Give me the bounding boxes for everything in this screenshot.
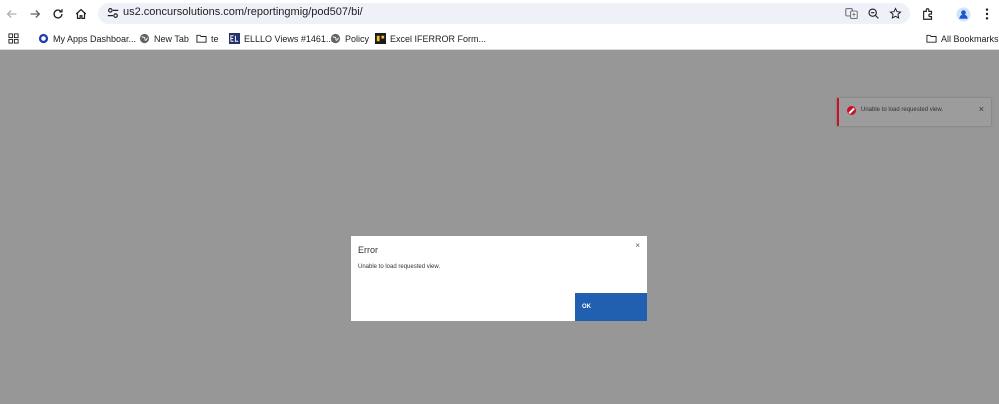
toast-message: Unable to load requested view. [861, 107, 944, 113]
all-bookmarks-label: All Bookmarks [941, 33, 999, 44]
folder-icon [926, 33, 937, 44]
bookmark-item[interactable]: Excel IFERROR Form... [375, 31, 486, 46]
bookmark-item[interactable]: My Apps Dashboar... [38, 31, 136, 46]
dialog-message: Unable to load requested view. [358, 264, 441, 270]
reload-icon[interactable] [49, 5, 67, 23]
forward-icon[interactable] [26, 5, 44, 23]
back-icon[interactable] [3, 5, 21, 23]
globe-icon [139, 33, 150, 44]
globe-icon [330, 33, 341, 44]
dialog-close-icon[interactable]: × [635, 241, 640, 250]
folder-icon [196, 33, 207, 44]
bookmark-label: ELLLO Views #1461... [244, 33, 334, 44]
url-text[interactable]: us2.concursolutions.com/reportingmig/pod… [123, 6, 363, 18]
toast-close-icon[interactable]: × [979, 104, 984, 114]
ellio-icon [229, 33, 240, 44]
error-icon [847, 106, 856, 115]
bookmark-item[interactable]: ELLLO Views #1461... [229, 31, 333, 46]
bookmark-label: My Apps Dashboar... [53, 33, 137, 44]
bookmark-label: New Tab [154, 33, 189, 44]
excel-site-icon [375, 33, 386, 44]
bookmark-item[interactable]: Policy [330, 31, 369, 46]
address-bar[interactable]: us2.concursolutions.com/reportingmig/pod… [98, 3, 910, 24]
menu-icon[interactable] [978, 5, 996, 23]
ok-button[interactable]: OK [575, 293, 647, 321]
bookmark-item[interactable]: New Tab [139, 31, 189, 46]
star-icon[interactable] [888, 6, 903, 21]
apps-dashboard-icon [38, 33, 49, 44]
zoom-icon[interactable] [866, 6, 881, 21]
bookmarks-bar: My Apps Dashboar... New Tab te ELLLO Vie… [0, 27, 999, 50]
apps-grid-icon[interactable] [8, 31, 19, 46]
profile-icon[interactable] [954, 5, 972, 23]
bookmark-label: Policy [345, 33, 370, 44]
translate-icon[interactable] [844, 6, 859, 21]
error-toast: Unable to load requested view. × [837, 98, 991, 126]
dialog-title: Error [358, 245, 378, 255]
browser-toolbar: us2.concursolutions.com/reportingmig/pod… [0, 0, 999, 27]
extensions-icon[interactable] [919, 5, 937, 23]
bookmark-item[interactable]: te [196, 31, 219, 46]
home-icon[interactable] [72, 5, 90, 23]
bookmark-label: te [211, 33, 219, 44]
bookmark-label: Excel IFERROR Form... [390, 33, 487, 44]
site-info-icon[interactable] [106, 6, 120, 20]
error-dialog: Error × Unable to load requested view. O… [351, 236, 647, 321]
all-bookmarks[interactable]: All Bookmarks [926, 31, 999, 46]
